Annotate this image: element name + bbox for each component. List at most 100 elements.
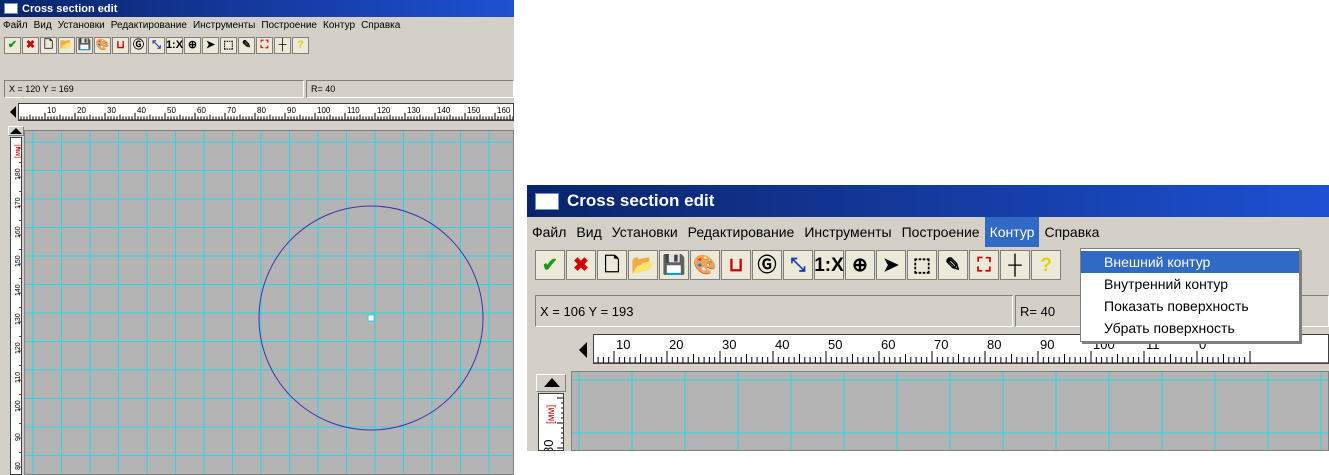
scroll-up-button[interactable] [536,374,566,392]
menu-tools[interactable]: Инструменты [190,20,258,31]
ruler-label: 160 [497,106,511,115]
scale-1x-icon[interactable]: 1:X [166,36,183,54]
select-area-icon[interactable]: ⬚ [907,250,937,280]
resize-icon[interactable]: ⤡ [148,36,165,54]
scroll-up-arrow-icon [544,378,560,387]
window-icon [4,3,18,14]
radius-field: R= 40 [306,80,514,98]
menu-edit[interactable]: Редактирование [683,224,800,240]
ruler-label: 80 [541,440,556,451]
ruler-label: 90 [1040,337,1054,352]
title-bar[interactable]: Cross section edit [527,185,1329,217]
ruler-label: 180 [15,168,22,180]
ruler-label: 120 [15,342,22,354]
cross-line-icon[interactable]: ┼ [1000,250,1030,280]
scroll-left-arrow-icon[interactable] [579,342,587,358]
ruler-label: 10 [616,337,630,352]
ruler-label: 170 [15,197,22,209]
menu-settings[interactable]: Установки [55,20,108,31]
help-icon[interactable]: ? [292,36,309,54]
select-area-icon[interactable]: ⬚ [220,36,237,54]
ruler-label: 90 [15,433,22,441]
ruler-label: 110 [15,372,22,383]
color-palette-icon[interactable]: 🎨 [690,250,720,280]
menu-file[interactable]: Файл [0,20,31,31]
ruler-label: 130 [15,313,22,325]
grid-snap-icon[interactable]: Ⓖ [752,250,782,280]
menu-item-inner-contour[interactable]: Внутренний контур [1081,273,1299,295]
ruler-label: 20 [77,106,86,115]
circle-center-handle[interactable] [367,314,375,322]
drawing-canvas[interactable] [571,371,1329,451]
ruler-label: 70 [934,337,948,352]
cross-line-icon[interactable]: ┼ [274,36,291,54]
magnet-icon[interactable]: ⊔ [721,250,751,280]
zoom-icon[interactable]: ⊕ [184,36,201,54]
drawing-canvas[interactable] [24,130,514,475]
ruler-label: 20 [669,337,683,352]
ruler-label: 70 [227,106,236,115]
menu-contour[interactable]: Контур [984,217,1040,247]
cancel-x-icon[interactable]: ✖ [566,250,596,280]
menu-help[interactable]: Справка [358,20,403,31]
grid-snap-icon[interactable]: Ⓖ [130,36,147,54]
zoom-icon[interactable]: ⊕ [845,250,875,280]
menu-settings[interactable]: Установки [607,224,683,240]
menu-construct[interactable]: Построение [258,20,320,31]
menu-view[interactable]: Вид [571,224,606,240]
ruler-unit: [мм] [15,144,22,158]
help-icon[interactable]: ? [1031,250,1061,280]
pointer-icon[interactable]: ➤ [876,250,906,280]
ruler-label: 40 [137,106,146,115]
ok-check-icon[interactable]: ✔ [535,250,565,280]
cross-section-window-small: Cross section edit Файл Вид Установки Ре… [0,0,514,475]
ruler-label: 120 [377,106,391,115]
ruler-label: 140 [437,106,451,115]
pencil-icon[interactable]: ✎ [238,36,255,54]
window-icon [535,192,559,210]
ruler-label: 100 [15,400,22,412]
coords-field: X = 106 Y = 193 [535,295,1013,327]
shape-icon[interactable]: ⛶ [256,36,273,54]
ok-check-icon[interactable]: ✔ [4,36,21,54]
menu-construct[interactable]: Построение [897,224,985,240]
new-file-icon[interactable]: 🗋 [597,250,627,280]
menu-edit[interactable]: Редактирование [108,20,190,31]
ruler-unit: [мм] [546,404,557,424]
menu-view[interactable]: Вид [31,20,55,31]
menu-contour[interactable]: Контур [320,20,358,31]
menu-help[interactable]: Справка [1039,224,1104,240]
open-folder-icon[interactable]: 📂 [628,250,658,280]
color-palette-icon[interactable]: 🎨 [94,36,111,54]
menu-item-hide-surface[interactable]: Убрать поверхность [1081,317,1299,339]
new-file-icon[interactable]: 🗋 [40,36,57,54]
open-folder-icon[interactable]: 📂 [58,36,75,54]
resize-icon[interactable]: ⤡ [783,250,813,280]
ruler-label: 150 [15,255,22,267]
menu-item-outer-contour[interactable]: Внешний контур [1081,251,1299,273]
title-bar[interactable]: Cross section edit [0,0,514,17]
coords-field: X = 120 Y = 169 [4,80,304,98]
menu-bar: Файл Вид Установки Редактирование Инстру… [0,17,514,34]
shape-icon[interactable]: ⛶ [969,250,999,280]
pointer-icon[interactable]: ➤ [202,36,219,54]
menu-tools[interactable]: Инструменты [799,224,896,240]
scroll-up-button[interactable] [8,126,24,136]
horizontal-ruler: 1020304050607080901001101201301401501601… [18,103,514,121]
save-icon[interactable]: 💾 [76,36,93,54]
ruler-label: 100 [317,106,331,115]
cancel-x-icon[interactable]: ✖ [22,36,39,54]
ruler-label: 150 [467,106,481,115]
pencil-icon[interactable]: ✎ [938,250,968,280]
ruler-label: 130 [407,106,421,115]
ruler-label: 140 [15,284,22,296]
ruler-label: 50 [828,337,842,352]
magnet-icon[interactable]: ⊔ [112,36,129,54]
menu-item-show-surface[interactable]: Показать поверхность [1081,295,1299,317]
save-icon[interactable]: 💾 [659,250,689,280]
scroll-left-arrow-icon[interactable] [10,106,16,118]
scale-1x-icon[interactable]: 1:X [814,250,844,280]
menu-file[interactable]: Файл [527,224,571,240]
ruler-label: 160 [15,226,22,238]
ruler-label: 10 [47,106,56,115]
